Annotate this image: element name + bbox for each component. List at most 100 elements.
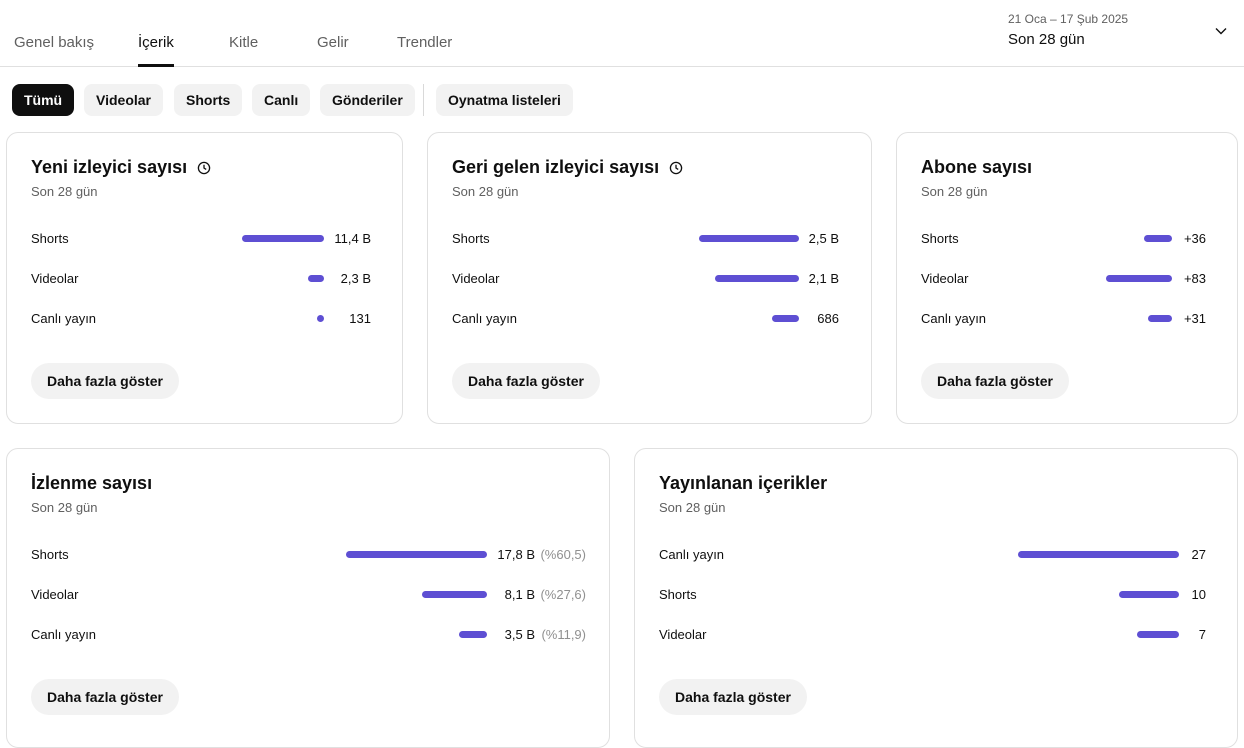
card-title: Abone sayısı xyxy=(921,157,1032,178)
card-title: İzlenme sayısı xyxy=(31,473,152,494)
row-value: 8,1 B xyxy=(504,587,535,602)
date-range-text: 21 Oca – 17 Şub 2025 xyxy=(1008,12,1129,26)
list-item: Videolar 2,3 B xyxy=(31,269,371,289)
row-value: 7 xyxy=(1198,627,1206,642)
chip-canli[interactable]: Canlı xyxy=(252,84,311,116)
chip-gonderiler[interactable]: Gönderiler xyxy=(320,84,415,116)
tab-trendler[interactable]: Trendler xyxy=(397,24,452,67)
tab-icerik[interactable]: İçerik xyxy=(138,24,174,67)
card-subtitle: Son 28 gün xyxy=(659,500,726,515)
row-label: Shorts xyxy=(921,231,959,246)
date-range-picker[interactable]: 21 Oca – 17 Şub 2025 Son 28 gün xyxy=(1008,10,1236,54)
list-item: Canlı yayın 3,5 B (%11,9) xyxy=(31,625,586,645)
chip-tumu[interactable]: Tümü xyxy=(12,84,75,116)
row-value: +31 xyxy=(1183,311,1206,326)
tab-genel-bakis[interactable]: Genel bakış xyxy=(14,24,94,67)
card-title-text: Yayınlanan içerikler xyxy=(659,473,828,493)
row-bar xyxy=(772,315,799,322)
chip-oynatma-listeleri[interactable]: Oynatma listeleri xyxy=(436,84,573,116)
list-item: Canlı yayın +31 xyxy=(921,309,1206,329)
card-new-viewers: Yeni izleyici sayısı Son 28 gün Shorts 1… xyxy=(6,132,403,424)
row-value: 2,5 B xyxy=(808,231,839,246)
tab-label: Genel bakış xyxy=(14,34,95,51)
row-percentage: (%27,6) xyxy=(540,587,586,602)
row-bar xyxy=(699,235,799,242)
chip-divider xyxy=(423,84,424,116)
row-label: Videolar xyxy=(921,271,969,286)
chip-videolar[interactable]: Videolar xyxy=(84,84,163,116)
list-item: Shorts 17,8 B (%60,5) xyxy=(31,545,586,565)
row-label: Canlı yayın xyxy=(921,311,987,326)
tab-gelir[interactable]: Gelir xyxy=(317,24,349,67)
card-subtitle: Son 28 gün xyxy=(452,184,519,199)
list-item: Videolar 2,1 B xyxy=(452,269,839,289)
row-label: Videolar xyxy=(31,587,79,602)
clock-icon[interactable] xyxy=(669,161,683,175)
tab-label: Kitle xyxy=(229,34,259,51)
row-label: Canlı yayın xyxy=(659,547,725,562)
top-navigation: Genel bakış İçerik Kitle Gelir Trendler … xyxy=(0,0,1244,67)
card-title-text: Yeni izleyici sayısı xyxy=(31,157,188,177)
row-value: 27 xyxy=(1191,547,1206,562)
card-title: Yayınlanan içerikler xyxy=(659,473,827,494)
row-bar xyxy=(1106,275,1172,282)
card-title-text: Abone sayısı xyxy=(921,157,1033,177)
row-value: 2,1 B xyxy=(808,271,839,286)
card-published-content: Yayınlanan içerikler Son 28 gün Canlı ya… xyxy=(634,448,1238,748)
row-label: Shorts xyxy=(31,547,69,562)
tab-label: Trendler xyxy=(397,34,453,51)
row-bar xyxy=(242,235,324,242)
list-item: Shorts +36 xyxy=(921,229,1206,249)
row-bar xyxy=(1148,315,1172,322)
show-more-button[interactable]: Daha fazla göster xyxy=(452,363,600,399)
card-subscribers: Abone sayısı Son 28 gün Shorts +36 Video… xyxy=(896,132,1238,424)
clock-icon[interactable] xyxy=(197,161,211,175)
row-label: Videolar xyxy=(659,627,707,642)
card-subtitle: Son 28 gün xyxy=(31,500,98,515)
row-label: Shorts xyxy=(31,231,69,246)
row-bar xyxy=(308,275,324,282)
row-label: Canlı yayın xyxy=(31,627,97,642)
show-more-button[interactable]: Daha fazla göster xyxy=(921,363,1069,399)
list-item: Canlı yayın 131 xyxy=(31,309,371,329)
row-bar xyxy=(1018,551,1179,558)
row-value: 2,3 B xyxy=(340,271,371,286)
row-value: 10 xyxy=(1191,587,1206,602)
card-title-text: Geri gelen izleyici sayısı xyxy=(452,157,660,177)
row-label: Videolar xyxy=(452,271,500,286)
tab-label: Gelir xyxy=(317,34,349,51)
row-value: 17,8 B xyxy=(497,547,535,562)
row-label: Canlı yayın xyxy=(452,311,518,326)
row-value: 686 xyxy=(817,311,839,326)
list-item: Videolar 7 xyxy=(659,625,1206,645)
row-label: Shorts xyxy=(659,587,697,602)
card-title: Yeni izleyici sayısı xyxy=(31,157,211,178)
row-bar xyxy=(422,591,487,598)
list-item: Shorts 11,4 B xyxy=(31,229,371,249)
row-label: Shorts xyxy=(452,231,490,246)
show-more-button[interactable]: Daha fazla göster xyxy=(31,363,179,399)
list-item: Canlı yayın 27 xyxy=(659,545,1206,565)
date-range-label: Son 28 gün xyxy=(1008,31,1085,48)
chip-shorts[interactable]: Shorts xyxy=(174,84,243,116)
row-bar xyxy=(1137,631,1179,638)
row-value: +83 xyxy=(1183,271,1206,286)
card-returning-viewers: Geri gelen izleyici sayısı Son 28 gün Sh… xyxy=(427,132,872,424)
tab-kitle[interactable]: Kitle xyxy=(229,24,258,67)
chevron-down-icon xyxy=(1215,28,1227,35)
show-more-button[interactable]: Daha fazla göster xyxy=(31,679,179,715)
show-more-button[interactable]: Daha fazla göster xyxy=(659,679,807,715)
row-value: 3,5 B xyxy=(504,627,535,642)
row-label: Videolar xyxy=(31,271,79,286)
card-subtitle: Son 28 gün xyxy=(921,184,988,199)
row-percentage: (%11,9) xyxy=(541,627,586,642)
row-bar xyxy=(346,551,487,558)
tab-label: İçerik xyxy=(138,34,174,51)
row-bar xyxy=(459,631,487,638)
list-item: Videolar 8,1 B (%27,6) xyxy=(31,585,586,605)
card-title: Geri gelen izleyici sayısı xyxy=(452,157,683,178)
card-title-text: İzlenme sayısı xyxy=(31,473,153,493)
row-bar xyxy=(1119,591,1179,598)
list-item: Shorts 2,5 B xyxy=(452,229,839,249)
row-value: +36 xyxy=(1183,231,1206,246)
